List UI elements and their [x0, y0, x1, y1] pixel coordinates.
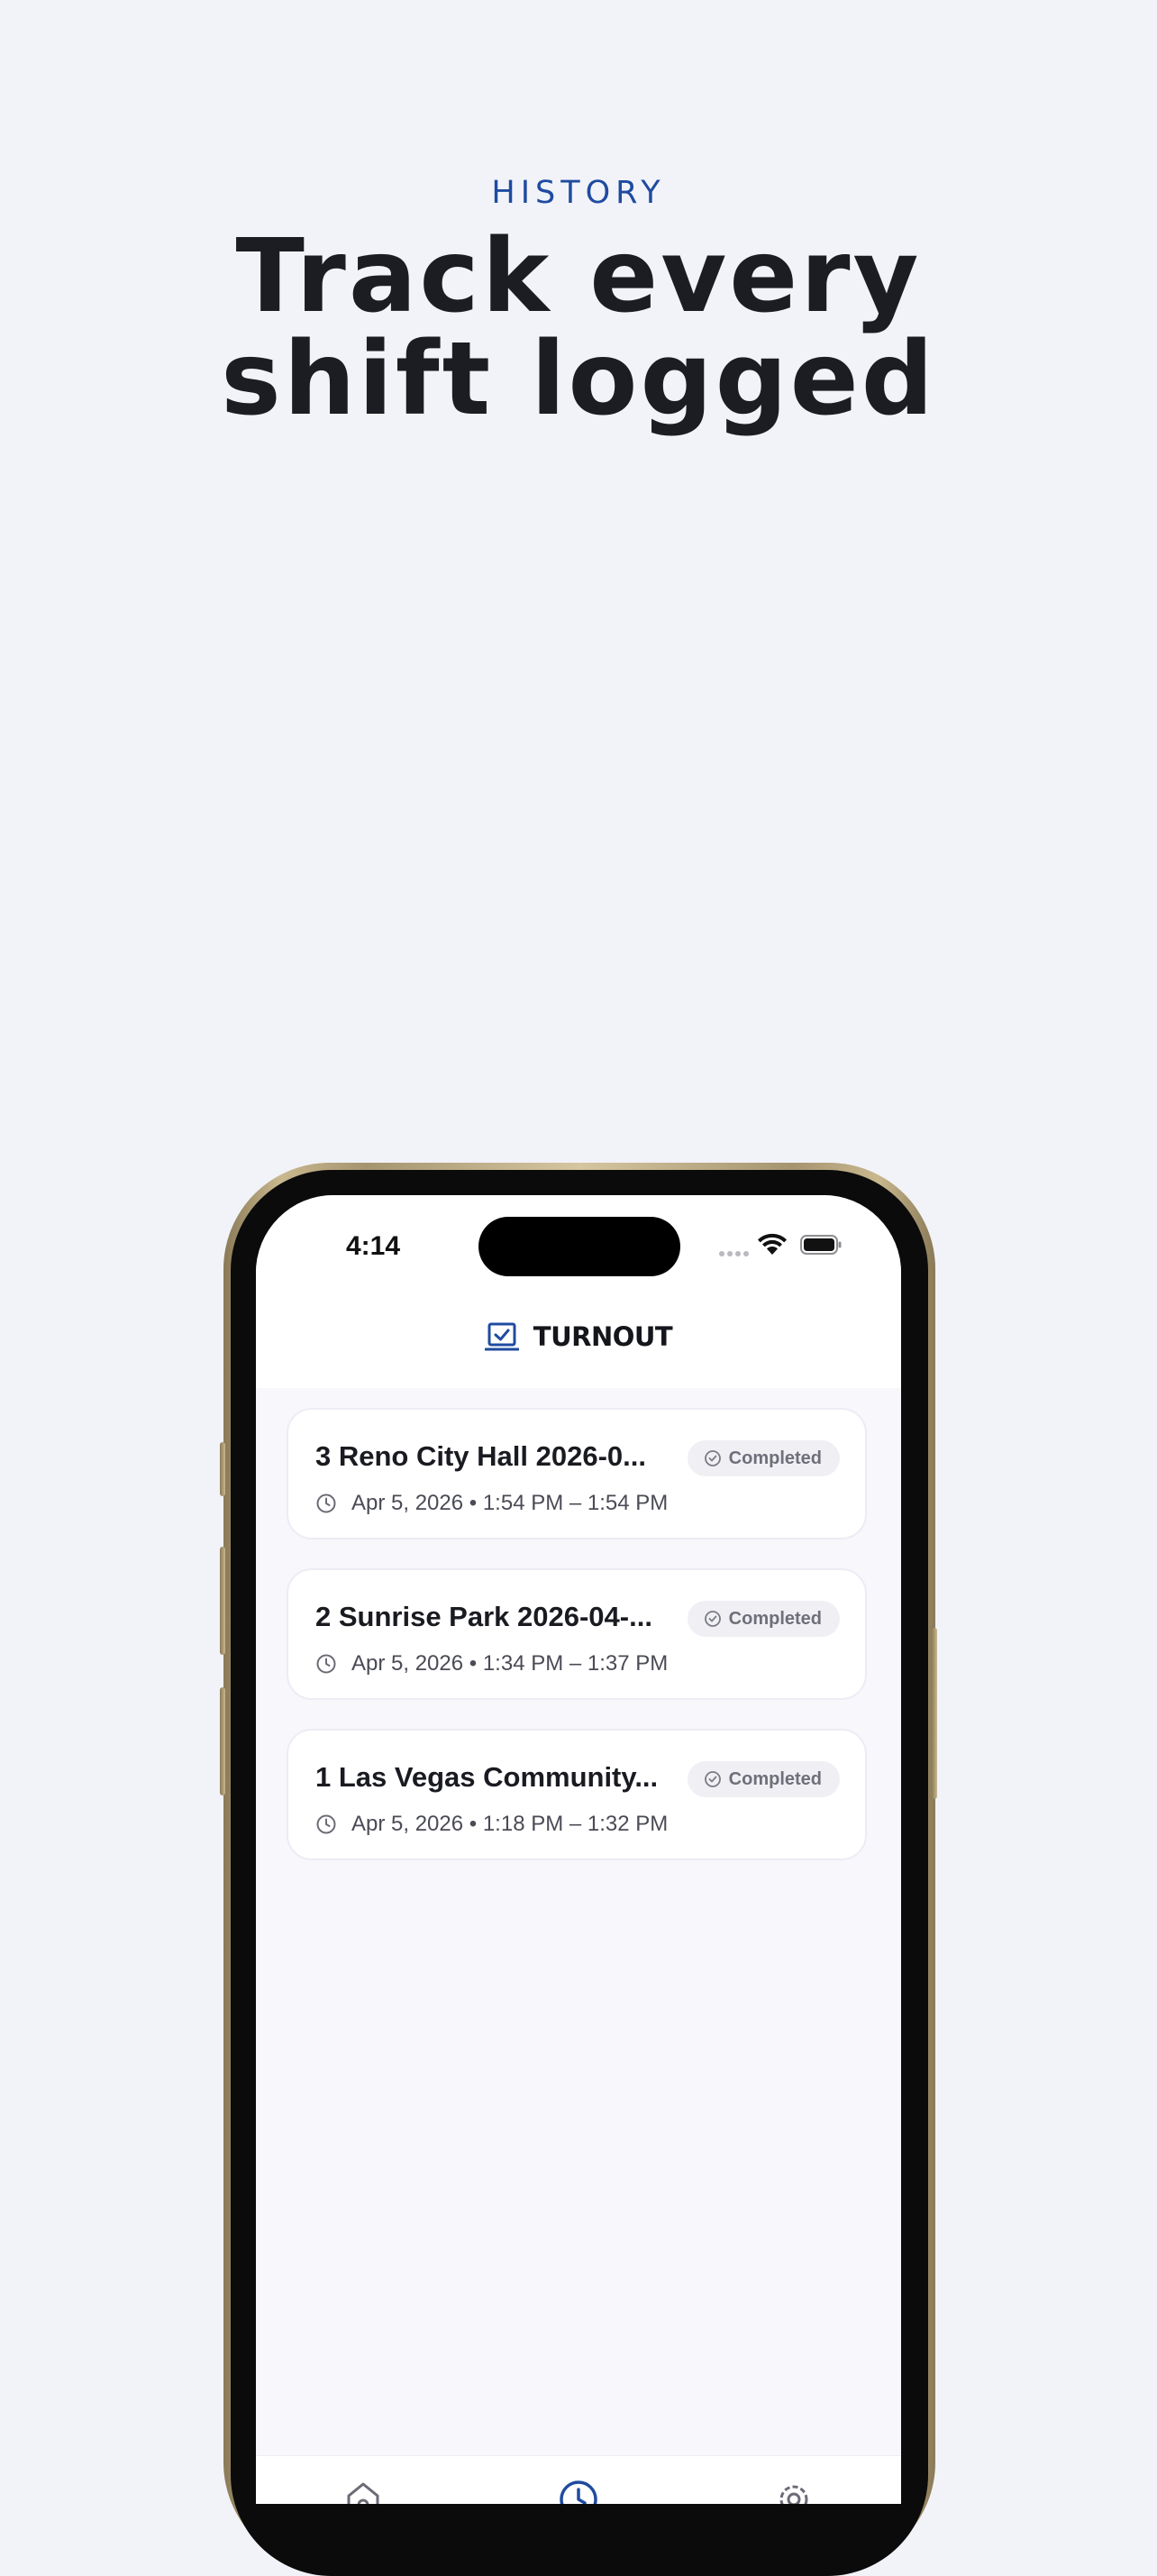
- phone-power-button: [932, 1628, 937, 1799]
- shift-time-range: Apr 5, 2026 • 1:18 PM – 1:32 PM: [351, 1812, 669, 1836]
- history-card[interactable]: 2 Sunrise Park 2026-04-... Completed Apr…: [287, 1568, 867, 1700]
- check-circle-icon: [704, 1450, 721, 1466]
- status-label: Completed: [728, 1448, 822, 1468]
- clock-icon: [560, 2480, 597, 2504]
- check-circle-icon: [704, 1611, 721, 1627]
- home-icon: [347, 2482, 379, 2504]
- wifi-icon: [758, 1233, 787, 1255]
- tab-settings[interactable]: [772, 2476, 815, 2504]
- shift-meta: Apr 5, 2026 • 1:34 PM – 1:37 PM: [315, 1651, 668, 1676]
- shift-time-range: Apr 5, 2026 • 1:34 PM – 1:37 PM: [351, 1651, 669, 1676]
- headline-line-2: shift logged: [221, 321, 936, 438]
- cellular-signal-icon: [719, 1245, 755, 1256]
- status-badge: Completed: [687, 1440, 840, 1476]
- history-list: 3 Reno City Hall 2026-0... Completed Apr…: [287, 1408, 870, 1889]
- history-card[interactable]: 3 Reno City Hall 2026-0... Completed Apr…: [287, 1408, 867, 1539]
- tab-history[interactable]: [557, 2476, 600, 2504]
- shift-time-range: Apr 5, 2026 • 1:54 PM – 1:54 PM: [351, 1491, 669, 1515]
- history-card[interactable]: 1 Las Vegas Community... Completed Apr 5…: [287, 1729, 867, 1860]
- status-badge: Completed: [687, 1601, 840, 1637]
- status-label: Completed: [728, 1608, 822, 1629]
- tab-bar: [256, 2455, 901, 2504]
- app-header: TURNOUT: [256, 1294, 901, 1388]
- marketing-headline: Track every shift logged: [0, 225, 1157, 431]
- clock-icon: [316, 1654, 336, 1674]
- shift-title: 2 Sunrise Park 2026-04-...: [315, 1601, 652, 1632]
- check-circle-icon: [704, 1771, 721, 1787]
- phone-screen: 4:14 TURNOUT 3 Reno City Hall 2026-0... …: [256, 1195, 901, 2504]
- battery-icon: [800, 1235, 842, 1255]
- phone-volume-up-button: [220, 1547, 225, 1655]
- dynamic-island: [478, 1217, 680, 1276]
- app-title: TURNOUT: [533, 1321, 673, 1352]
- brand: TURNOUT: [256, 1321, 901, 1361]
- clock-icon: [316, 1814, 336, 1834]
- status-label: Completed: [728, 1768, 822, 1789]
- status-badge: Completed: [687, 1761, 840, 1797]
- status-time: 4:14: [346, 1231, 401, 1261]
- shift-meta: Apr 5, 2026 • 1:18 PM – 1:32 PM: [315, 1812, 668, 1837]
- phone-volume-down-button: [220, 1687, 225, 1795]
- clock-icon: [316, 1494, 336, 1513]
- status-bar: 4:14: [256, 1195, 901, 1294]
- phone-action-button: [220, 1442, 225, 1496]
- shift-title: 3 Reno City Hall 2026-0...: [315, 1440, 646, 1472]
- checklist-icon: [484, 1322, 519, 1351]
- tab-home[interactable]: [342, 2476, 385, 2504]
- headline-line-1: Track every: [235, 218, 922, 335]
- section-eyebrow: HISTORY: [491, 175, 666, 211]
- gear-icon: [779, 2485, 808, 2504]
- shift-title: 1 Las Vegas Community...: [315, 1761, 659, 1793]
- shift-meta: Apr 5, 2026 • 1:54 PM – 1:54 PM: [315, 1491, 668, 1516]
